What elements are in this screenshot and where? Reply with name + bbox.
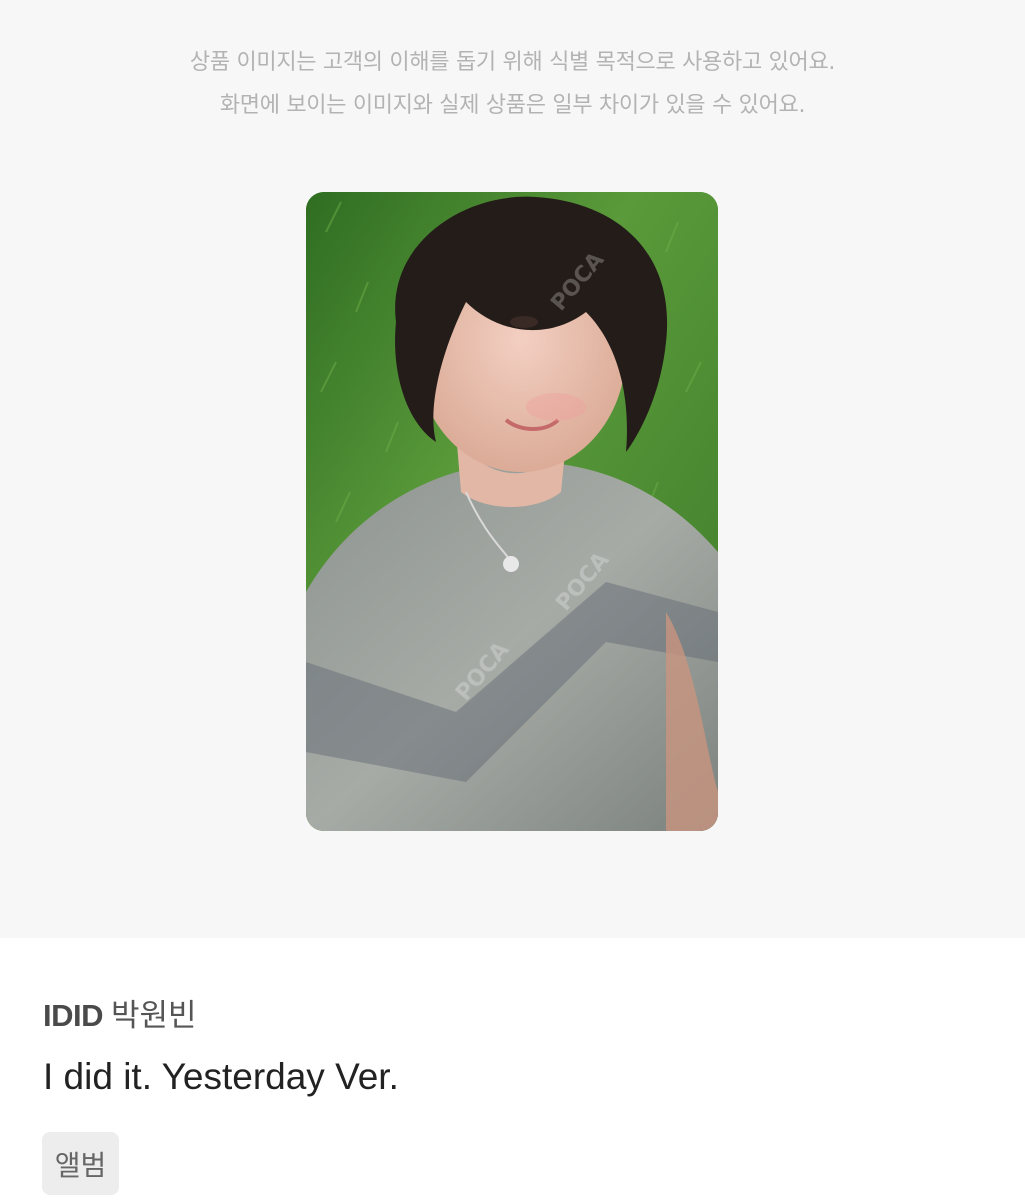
artist-group-name: IDID [43, 998, 104, 1033]
artist-member-name: 박원빈 [111, 998, 197, 1034]
category-tag[interactable]: 앨범 [42, 1132, 119, 1195]
photocard-image[interactable]: POCA POCA POCA [306, 192, 718, 831]
product-image-area: 상품 이미지는 고객의 이해를 돕기 위해 식별 목적으로 사용하고 있어요. … [0, 0, 1025, 938]
photocard-illustration: POCA POCA POCA [306, 192, 718, 831]
album-title: I did it. Yesterday Ver. [43, 1056, 399, 1097]
artist-name: IDID 박원빈 [43, 1000, 197, 1032]
image-notice-line-2: 화면에 보이는 이미지와 실제 상품은 일부 차이가 있을 수 있어요. [219, 93, 806, 118]
image-notice-line-1: 상품 이미지는 고객의 이해를 돕기 위해 식별 목적으로 사용하고 있어요. [189, 50, 836, 75]
